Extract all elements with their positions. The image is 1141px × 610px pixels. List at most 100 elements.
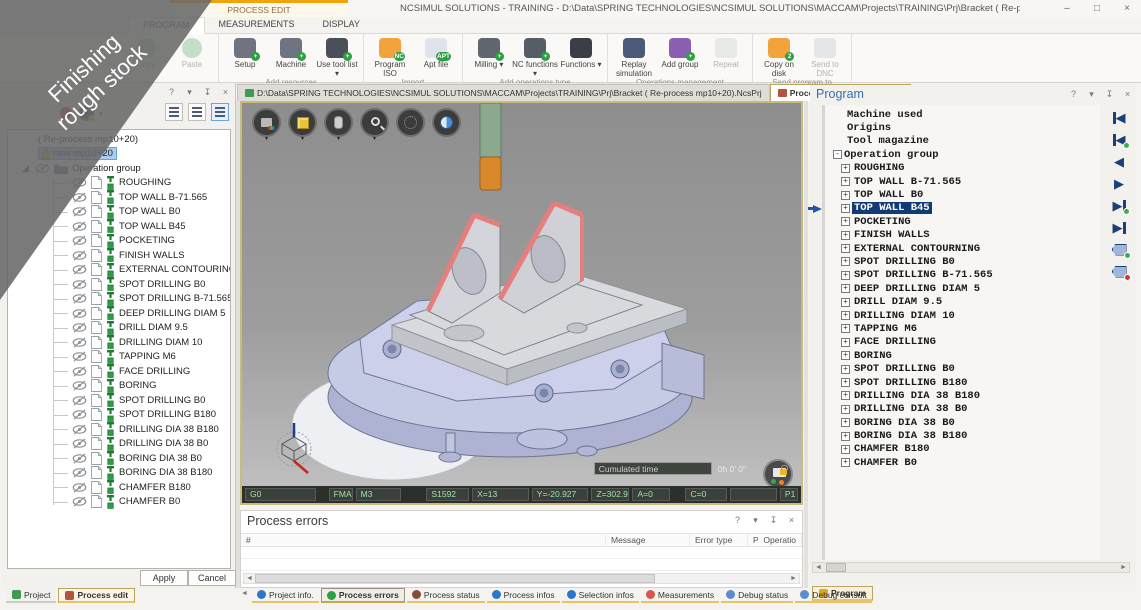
column-header[interactable]: Process [748,534,758,546]
ribbon-button[interactable]: NC Program ISO [367,35,413,78]
program-tree-operation[interactable]: + ROUGHING [833,162,1100,175]
tree-node-operation[interactable]: DEEP DRILLING DIAM 5 [8,306,230,321]
hidden-eye-icon[interactable] [72,482,87,493]
program-tree-operation[interactable]: + FINISH WALLS [833,229,1100,242]
tree-node-operation[interactable]: CHAMFER B180 [8,480,230,495]
tree-node-process[interactable]: new mp10+20 [8,147,230,162]
tree-node-operation[interactable]: TOP WALL B-71.565 [8,190,230,205]
hidden-eye-icon[interactable] [72,496,87,507]
program-tree-operation[interactable]: + TAPPING M6 [833,322,1100,335]
scroll-left-icon[interactable]: ◄ [244,575,255,582]
bottom-tab[interactable]: Project info. [252,588,319,603]
tool-display-button[interactable]: ▾ [324,108,353,137]
ribbon-button[interactable]: + Machine [268,35,314,69]
expand-icon[interactable]: + [841,391,850,400]
tree-node-operation[interactable]: DRILLING DIA 38 B0 [8,437,230,452]
program-tree-operation[interactable]: + DEEP DRILLING DIAM 5 [833,282,1100,295]
program-tree-operation[interactable]: + CHAMFER B0 [833,456,1100,469]
cancel-button[interactable]: Cancel [188,570,236,586]
expand-icon[interactable]: + [841,231,850,240]
hidden-eye-icon[interactable] [72,250,87,261]
tree-node-operation[interactable]: FACE DRILLING [8,364,230,379]
chevron-down-icon[interactable]: ▾ [99,110,103,118]
tab-scroll-left-icon[interactable]: ◄ [239,588,250,599]
tree-node-operation[interactable]: SPOT DRILLING B0 [8,277,230,292]
view-mode-detailed-button[interactable] [211,103,229,121]
bottom-tab[interactable]: Selection infos [562,588,639,603]
hidden-eye-icon[interactable] [72,293,87,304]
tree-node-operation[interactable]: ROUGHING [8,176,230,191]
ribbon-tab[interactable]: PROGRAM [128,17,205,34]
column-header[interactable]: Error type [690,534,748,546]
expand-icon[interactable]: + [841,324,850,333]
tree-node-operation[interactable]: EXTERNAL CONTOURING [8,263,230,278]
program-tree-operation[interactable]: + SPOT DRILLING B-71.565 [833,269,1100,282]
program-tree-operation[interactable]: + DRILLING DIAM 10 [833,309,1100,322]
collapse-icon[interactable]: - [833,150,842,159]
model-3d[interactable] [242,103,801,486]
program-tree-operation[interactable]: + SPOT DRILLING B0 [833,255,1100,268]
expand-icon[interactable]: + [841,418,850,427]
program-tree-item[interactable]: Machine used [833,108,1100,121]
ribbon-button[interactable]: Send to DNC [802,35,848,78]
play-backward-button[interactable]: ◀ [1114,154,1124,169]
view-mode-compact-button[interactable] [165,103,183,121]
expand-icon[interactable]: + [841,311,850,320]
ribbon-button[interactable]: Replay simulation [611,35,657,78]
hidden-eye-icon[interactable] [72,337,87,348]
maximize-button[interactable]: □ [1089,2,1105,15]
tree-node-operation[interactable]: FINISH WALLS [8,248,230,263]
hidden-eye-icon[interactable] [72,221,87,232]
refresh-button[interactable] [432,108,461,137]
minimize-button[interactable]: – [1059,2,1075,15]
program-tree-operation[interactable]: + FACE DRILLING [833,336,1100,349]
hidden-eye-icon[interactable] [72,264,87,275]
tree-node-operation[interactable]: TOP WALL B45 [8,219,230,234]
tree-root-project[interactable]: ( Re-process mp10+20) [8,132,230,147]
horizontal-scrollbar[interactable]: ◄ ► [812,562,1130,573]
panel-close-button[interactable]: × [220,87,231,98]
expand-icon[interactable]: + [841,271,850,280]
scroll-right-icon[interactable]: ► [1118,564,1129,571]
bottom-tab[interactable]: Process infos [487,588,560,603]
program-tree-operation[interactable]: + TOP WALL B0 [833,188,1100,201]
hidden-eye-icon[interactable] [72,467,87,478]
simulation-viewport[interactable]: ▾ ▾ ▾ ▾ Cumulated time 0h 0' 0" G0FMAXM3… [240,101,803,505]
panel-help-button[interactable]: ? [1068,89,1079,100]
tree-node-operation[interactable]: DRILLING DIAM 10 [8,335,230,350]
hidden-eye-icon[interactable] [72,177,87,188]
ribbon-button[interactable]: 2 Copy on disk [756,35,802,78]
scrollbar-thumb[interactable] [255,574,655,583]
hidden-eye-icon[interactable] [72,380,87,391]
hidden-eye-icon[interactable] [72,206,87,217]
origin-icon[interactable] [78,105,94,121]
step-backward-button[interactable]: ◀ [1113,132,1126,147]
go-last-button[interactable]: ▶ [1113,220,1126,235]
expander-icon[interactable] [22,165,29,172]
machine-status-widget[interactable] [763,459,793,489]
context-tab-process-edit[interactable]: PROCESS EDIT [170,0,348,17]
column-header[interactable]: # [241,534,606,546]
hidden-eye-icon[interactable] [72,351,87,362]
panel-pin-button[interactable]: ↧ [768,515,779,526]
hidden-eye-icon[interactable] [72,366,87,377]
tree-node-operation[interactable]: SPOT DRILLING B-71.565 [8,292,230,307]
column-header[interactable]: Operatio [758,534,802,546]
ribbon-button[interactable]: Repeat [703,35,749,69]
tree-node-operation[interactable]: POCKETING [8,234,230,249]
panel-pin-button[interactable]: ↧ [1104,89,1115,100]
panel-close-button[interactable]: × [786,515,797,526]
program-tree-operation[interactable]: + EXTERNAL CONTOURNING [833,242,1100,255]
stock-display-button[interactable]: ▾ [288,108,317,137]
panel-help-button[interactable]: ? [166,87,177,98]
panel-close-button[interactable]: × [1122,89,1133,100]
expand-icon[interactable]: + [841,365,850,374]
ribbon-tab[interactable]: DISPLAY [309,17,374,34]
document-tab[interactable]: D:\Data\SPRING TECHNOLOGIES\NCSIMUL SOLU… [237,84,770,101]
panel-menu-button[interactable]: ▾ [750,515,761,526]
hidden-eye-icon[interactable] [72,409,87,420]
expand-icon[interactable]: + [841,405,850,414]
hidden-eye-icon[interactable] [72,235,87,246]
hidden-eye-icon[interactable] [72,395,87,406]
expand-icon[interactable]: + [841,164,850,173]
